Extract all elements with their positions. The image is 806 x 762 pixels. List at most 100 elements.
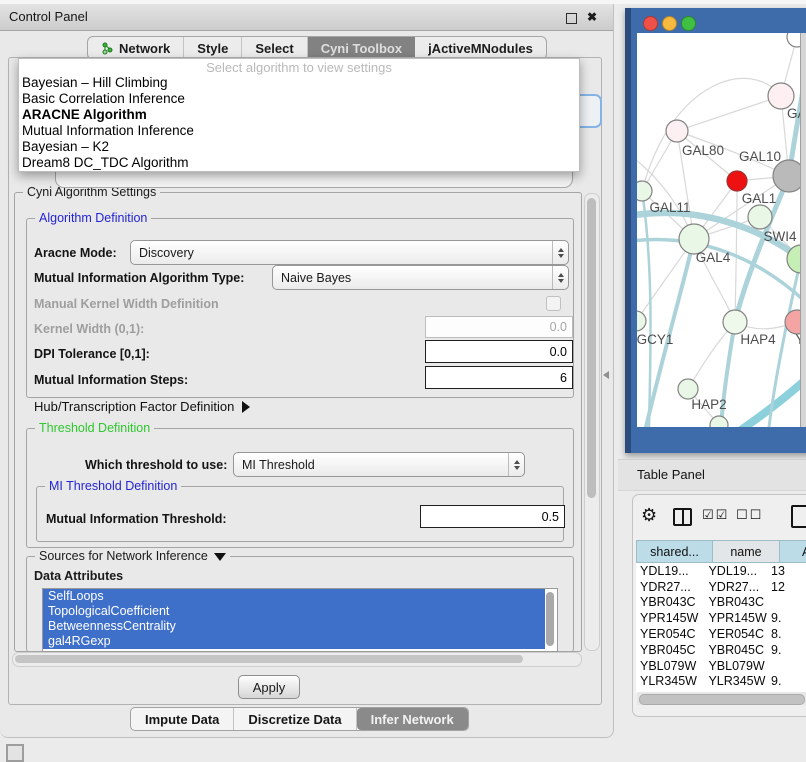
- tab-select[interactable]: Select: [242, 37, 307, 59]
- table-row[interactable]: YDR27...YDR27...12: [636, 579, 806, 595]
- mi-threshold-field[interactable]: 0.5: [420, 505, 565, 528]
- network-node-hap4[interactable]: [723, 310, 747, 334]
- float-window-icon[interactable]: [566, 13, 577, 24]
- dropdown-item[interactable]: Basic Correlation Inference: [19, 91, 579, 107]
- network-node-gal1[interactable]: [748, 205, 772, 229]
- table-cell: 9.: [767, 611, 806, 625]
- table-row[interactable]: YPR145WYPR145W9.: [636, 610, 806, 626]
- tab-network-label: Network: [119, 41, 170, 56]
- zoom-traffic-light[interactable]: [681, 16, 696, 31]
- tab-cyni-toolbox-label: Cyni Toolbox: [321, 41, 402, 56]
- table-cell: 8.: [767, 627, 806, 641]
- select-none-unchecked-icon[interactable]: ☐☐: [736, 508, 763, 523]
- tab-discretize-data-label: Discretize Data: [248, 712, 341, 727]
- scrollbar-thumb[interactable]: [587, 198, 596, 498]
- close-icon[interactable]: ✖: [584, 9, 600, 25]
- settings-vertical-scrollbar[interactable]: [584, 193, 600, 651]
- tab-style[interactable]: Style: [184, 37, 242, 59]
- data-attribute-item[interactable]: BetweennessCentrality: [43, 619, 545, 634]
- sources-group-title: Sources for Network Inference: [35, 549, 230, 563]
- network-node[interactable]: [727, 171, 747, 191]
- tab-impute-data[interactable]: Impute Data: [131, 708, 234, 730]
- dropdown-item[interactable]: ARACNE Algorithm: [19, 107, 579, 123]
- data-attribute-item[interactable]: SelfLoops: [43, 589, 545, 604]
- tab-jactivemnodules-label: jActiveMNodules: [428, 41, 533, 56]
- expand-arrow-icon[interactable]: [242, 401, 250, 413]
- table-row[interactable]: YBL079WYBL079W: [636, 658, 806, 674]
- column-header-name[interactable]: name: [712, 540, 779, 563]
- mi-steps-field[interactable]: 6: [425, 366, 573, 389]
- hub-transcription-factor-section[interactable]: Hub/Transcription Factor Definition: [34, 399, 250, 414]
- network-node-gal11[interactable]: [637, 181, 652, 201]
- scrollbar-thumb[interactable]: [639, 694, 805, 705]
- data-attribute-item[interactable]: gal4RGexp: [43, 634, 545, 649]
- combo-arrows-icon: [552, 266, 568, 289]
- close-traffic-light[interactable]: [643, 16, 658, 31]
- network-icon: [101, 42, 114, 55]
- apply-button[interactable]: Apply: [238, 675, 300, 699]
- scrollbar-thumb[interactable]: [15, 655, 523, 663]
- data-attribute-item[interactable]: TopologicalCoefficient: [43, 604, 545, 619]
- dpi-tolerance-field[interactable]: 0.0: [425, 340, 573, 363]
- settings-horizontal-scrollbar[interactable]: [12, 652, 582, 667]
- collapse-arrow-icon[interactable]: [214, 553, 226, 561]
- split-columns-icon[interactable]: [673, 508, 692, 526]
- combo-arrows-icon: [552, 241, 568, 264]
- which-threshold-select[interactable]: MI Threshold: [233, 452, 525, 477]
- tab-select-label: Select: [255, 41, 293, 56]
- sources-title-text: Sources for Network Inference: [39, 549, 208, 563]
- mi-type-select[interactable]: Naive Bayes: [272, 265, 569, 290]
- tab-network[interactable]: Network: [88, 37, 184, 59]
- tab-discretize-data[interactable]: Discretize Data: [234, 708, 356, 730]
- aracne-mode-value: Discovery: [131, 246, 552, 260]
- dropdown-item[interactable]: Bayesian – K2: [19, 139, 579, 155]
- which-threshold-value: MI Threshold: [234, 458, 508, 472]
- select-all-checked-icon[interactable]: ☑☑: [702, 508, 729, 523]
- tab-impute-data-label: Impute Data: [145, 712, 219, 727]
- column-header-shared-name[interactable]: shared...: [636, 540, 712, 563]
- network-node-label: HAP4: [740, 332, 776, 347]
- table-body[interactable]: YDL19...YDL19...13YDR27...YDR27...12YBR0…: [636, 563, 806, 693]
- algorithm-definition-title: Algorithm Definition: [35, 211, 151, 225]
- table-cell: YDL19...: [706, 564, 767, 578]
- mi-threshold-label: Mutual Information Threshold:: [46, 512, 227, 526]
- split-pane-handle-icon[interactable]: [603, 371, 609, 379]
- table-row[interactable]: YBR043CYBR043C: [636, 595, 806, 611]
- table-cell: YPR145W: [706, 611, 767, 625]
- aracne-mode-select[interactable]: Discovery: [130, 240, 569, 265]
- settings-gear-icon[interactable]: ⚙: [641, 505, 657, 526]
- table-cell: YPR145W: [636, 611, 706, 625]
- dropdown-item[interactable]: Bayesian – Hill Climbing: [19, 75, 579, 91]
- table-row[interactable]: YLR345WYLR345W9.: [636, 674, 806, 690]
- tab-infer-network[interactable]: Infer Network: [357, 708, 468, 730]
- list-scrollbar[interactable]: [546, 592, 554, 646]
- table-row[interactable]: YBR045CYBR045C9.: [636, 642, 806, 658]
- network-node-gal80[interactable]: [666, 120, 688, 142]
- table-horizontal-scrollbar[interactable]: [637, 692, 806, 705]
- minimized-panel-icon[interactable]: [6, 744, 24, 762]
- manual-kernel-checkbox[interactable]: [546, 296, 561, 311]
- network-node-label: GAL11: [649, 200, 690, 215]
- table-cell: 13: [767, 564, 806, 578]
- algorithm-dropdown-popup: Select algorithm to view settings Bayesi…: [18, 58, 580, 172]
- minimize-traffic-light[interactable]: [662, 16, 677, 31]
- kernel-width-field[interactable]: 0.0: [425, 316, 573, 338]
- dropdown-items: Bayesian – Hill ClimbingBasic Correlatio…: [19, 75, 579, 171]
- dropdown-item[interactable]: Dream8 DC_TDC Algorithm: [19, 155, 579, 171]
- document-icon[interactable]: [791, 505, 806, 528]
- tab-jactivemnodules[interactable]: jActiveMNodules: [415, 37, 546, 59]
- tab-cyni-toolbox[interactable]: Cyni Toolbox: [308, 37, 415, 59]
- column-header-partial[interactable]: A: [779, 540, 806, 563]
- mi-type-value: Naive Bayes: [273, 271, 552, 285]
- screen: Control Panel ✖ Network Style Select Cyn…: [0, 0, 806, 762]
- table-row[interactable]: YER054CYER054C8.: [636, 626, 806, 642]
- table-cell: YDL19...: [636, 564, 706, 578]
- network-node-hap2[interactable]: [678, 379, 698, 399]
- table-cell: YLR345W: [636, 674, 706, 688]
- network-node-gcy1[interactable]: [637, 311, 646, 331]
- network-canvas[interactable]: GALGAL80GAL10GAL1GAL11GAL4SWI4GCY1HAP4YH…: [637, 33, 806, 427]
- dropdown-item[interactable]: Mutual Information Inference: [19, 123, 579, 139]
- table-row[interactable]: YDL19...YDL19...13: [636, 563, 806, 579]
- table-cell: YDR27...: [636, 580, 706, 594]
- data-attributes-list[interactable]: SelfLoopsTopologicalCoefficientBetweenne…: [42, 588, 558, 652]
